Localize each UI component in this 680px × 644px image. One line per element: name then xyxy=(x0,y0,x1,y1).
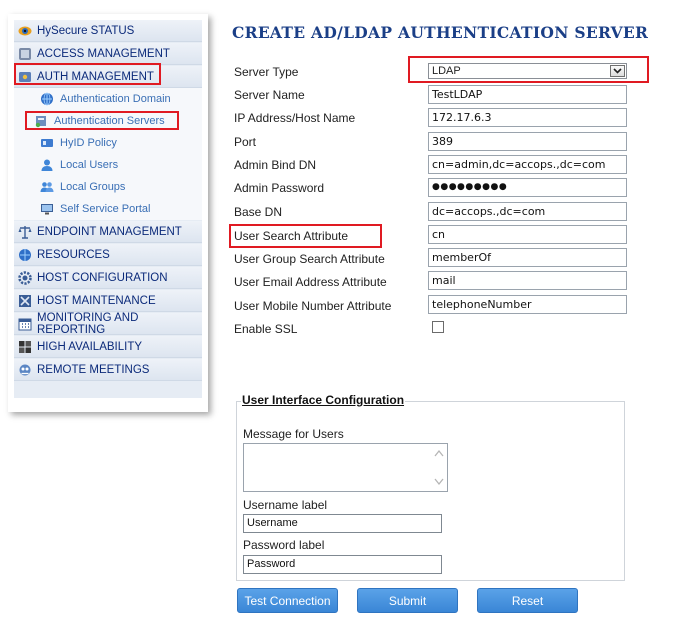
user-mobile-attribute-input[interactable]: telephoneNumber xyxy=(428,295,627,314)
port-label: Port xyxy=(234,135,257,149)
server-type-label: Server Type xyxy=(234,65,299,79)
sidebar-item-high-availability[interactable]: HIGH AVAILABILITY xyxy=(14,336,202,358)
eye-icon xyxy=(18,24,32,38)
base-dn-label: Base DN xyxy=(234,205,283,219)
sidebar-item-label: ENDPOINT MANAGEMENT xyxy=(37,225,182,238)
user-icon xyxy=(40,158,54,172)
sidebar-subitem-label: Local Groups xyxy=(60,181,126,193)
calendar-icon xyxy=(18,317,32,331)
sidebar-item-label: HOST MAINTENANCE xyxy=(37,294,156,307)
ip-address-input[interactable]: 172.17.6.3 xyxy=(428,108,627,127)
sidebar-item-endpoint-management[interactable]: ENDPOINT MANAGEMENT xyxy=(14,221,202,243)
server-icon xyxy=(34,114,48,128)
sidebar-item-auth-management[interactable]: AUTH MANAGEMENT xyxy=(14,66,202,88)
reset-button[interactable]: Reset xyxy=(477,588,578,613)
user-email-attribute-label: User Email Address Attribute xyxy=(234,275,387,289)
user-search-attribute-label: User Search Attribute xyxy=(234,229,349,243)
sidebar-item-label: MONITORING AND REPORTING xyxy=(37,311,139,336)
sidebar-item-hysecure-status[interactable]: HySecure STATUS xyxy=(14,20,202,42)
user-email-attribute-input[interactable]: mail xyxy=(428,271,627,290)
password-label-input[interactable]: Password xyxy=(243,555,442,574)
server-type-select[interactable]: LDAP xyxy=(428,63,627,79)
admin-password-label: Admin Password xyxy=(234,181,325,195)
sidebar: HySecure STATUS ACCESS MANAGEMENT AUTH M… xyxy=(8,14,208,412)
monitor-icon xyxy=(40,202,54,216)
sidebar-item-label: AUTH MANAGEMENT xyxy=(37,70,154,83)
chevron-down-icon[interactable] xyxy=(610,65,625,77)
sidebar-item-label: HIGH AVAILABILITY xyxy=(37,340,143,353)
server-type-value: LDAP xyxy=(432,65,461,77)
meeting-icon xyxy=(18,363,32,377)
admin-bind-dn-label: Admin Bind DN xyxy=(234,158,317,172)
sidebar-subitem-label: Local Users xyxy=(60,159,119,171)
sidebar-subitem-label: Authentication Servers xyxy=(54,115,165,127)
sidebar-subitem-authentication-domain[interactable]: Authentication Domain xyxy=(14,88,202,110)
user-group-search-attribute-input[interactable]: memberOf xyxy=(428,248,627,267)
user-mobile-attribute-label: User Mobile Number Attribute xyxy=(234,299,392,313)
sidebar-subitem-label: HyID Policy xyxy=(60,137,117,149)
message-for-users-label: Message for Users xyxy=(243,427,344,441)
server-name-label: Server Name xyxy=(234,88,305,102)
enable-ssl-checkbox[interactable] xyxy=(432,321,444,333)
ip-address-label: IP Address/Host Name xyxy=(234,111,356,125)
sidebar-subitem-local-groups[interactable]: Local Groups xyxy=(14,176,202,198)
sidebar-subitem-label: Self Service Portal xyxy=(60,203,151,215)
key-icon xyxy=(18,70,32,84)
sidebar-item-label: HySecure STATUS xyxy=(37,24,135,37)
base-dn-input[interactable]: dc=accops.,dc=com xyxy=(428,202,627,221)
gear-icon xyxy=(18,270,32,285)
ui-config-legend: User Interface Configuration xyxy=(241,393,406,407)
sidebar-item-host-maintenance[interactable]: HOST MAINTENANCE xyxy=(14,290,202,312)
server-name-input[interactable]: TestLDAP xyxy=(428,85,627,104)
message-for-users-textarea[interactable] xyxy=(243,443,448,492)
sidebar-item-host-configuration[interactable]: HOST CONFIGURATION xyxy=(14,267,202,289)
group-icon xyxy=(40,180,54,194)
sidebar-item-access-management[interactable]: ACCESS MANAGEMENT xyxy=(14,43,202,65)
sidebar-subitem-hyid-policy[interactable]: HyID Policy xyxy=(14,132,202,154)
user-search-attribute-input[interactable]: cn xyxy=(428,225,627,244)
sidebar-item-resources[interactable]: RESOURCES xyxy=(14,244,202,266)
sidebar-item-label: REMOTE MEETINGS xyxy=(37,363,150,376)
tools-icon xyxy=(18,294,32,308)
sidebar-subitem-label: Authentication Domain xyxy=(60,93,171,105)
sidebar-subitem-local-users[interactable]: Local Users xyxy=(14,154,202,176)
grid-icon xyxy=(18,340,32,354)
sidebar-subitem-self-service-portal[interactable]: Self Service Portal xyxy=(14,198,202,220)
username-label-label: Username label xyxy=(243,498,328,512)
password-label-label: Password label xyxy=(243,538,325,552)
submit-button[interactable]: Submit xyxy=(357,588,458,613)
sidebar-item-monitoring-and-reporting[interactable]: MONITORING AND REPORTING xyxy=(14,311,202,336)
globe-icon xyxy=(18,248,32,262)
sidebar-item-remote-meetings[interactable]: REMOTE MEETINGS xyxy=(14,359,202,381)
admin-bind-dn-input[interactable]: cn=admin,dc=accops.,dc=com xyxy=(428,155,627,174)
textarea-scrollbar[interactable] xyxy=(431,444,447,491)
username-label-input[interactable]: Username xyxy=(243,514,442,533)
id-card-icon xyxy=(40,136,54,150)
sidebar-item-label: ACCESS MANAGEMENT xyxy=(37,47,170,60)
globe-icon xyxy=(40,92,54,106)
test-connection-button[interactable]: Test Connection xyxy=(237,588,338,613)
port-input[interactable]: 389 xyxy=(428,132,627,151)
sidebar-subitem-authentication-servers[interactable]: Authentication Servers xyxy=(14,110,202,132)
gears-icon xyxy=(18,47,32,61)
enable-ssl-label: Enable SSL xyxy=(234,322,298,336)
admin-password-input[interactable]: ●●●●●●●●● xyxy=(428,178,627,197)
sidebar-item-label: RESOURCES xyxy=(37,248,110,261)
page-title: CREATE AD/LDAP AUTHENTICATION SERVER xyxy=(232,23,649,42)
sidebar-item-label: HOST CONFIGURATION xyxy=(37,271,168,284)
scales-icon xyxy=(18,225,32,239)
user-group-search-attribute-label: User Group Search Attribute xyxy=(234,252,385,266)
